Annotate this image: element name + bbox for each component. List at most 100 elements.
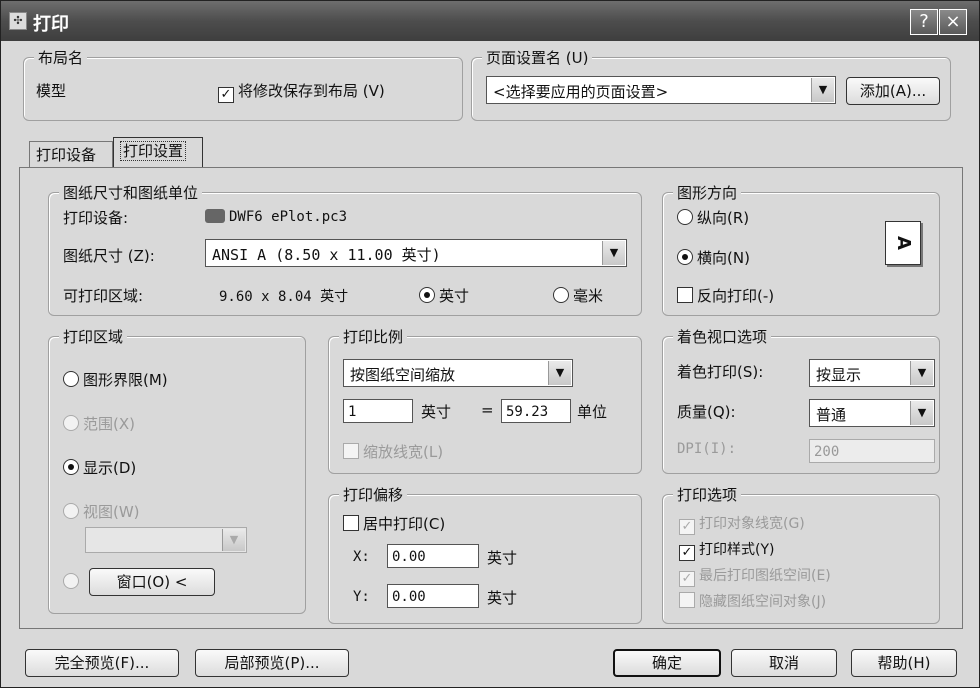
unit-mm-radio[interactable]: 毫米 bbox=[553, 285, 603, 306]
paper-size-value: ANSI A (8.50 x 11.00 英寸) bbox=[212, 246, 441, 264]
checkbox-icon[interactable] bbox=[343, 515, 359, 531]
view-radio[interactable]: 视图(W) bbox=[63, 501, 140, 522]
landscape-radio[interactable]: 横向(N) bbox=[677, 247, 750, 268]
layout-name-group: 布局名 模型 ✓ 将修改保存到布局 (V) bbox=[23, 47, 463, 121]
quality-label: 质量(Q): bbox=[677, 403, 736, 421]
plot-options-group: 打印选项 ✓ 打印对象线宽(G) ✓ 打印样式(Y) ✓ 最后打印图纸空间(E) 隐藏… bbox=[662, 484, 940, 624]
offset-x-unit: 英寸 bbox=[487, 549, 518, 567]
checkbox-checked-icon[interactable]: ✓ bbox=[679, 571, 695, 587]
plot-styles-checkbox[interactable]: ✓ 打印样式(Y) bbox=[679, 539, 774, 561]
offset-y-unit: 英寸 bbox=[487, 589, 518, 607]
plot-paperspace-last-label: 最后打印图纸空间(E) bbox=[699, 568, 831, 584]
orientation-group: 图形方向 纵向(R) 横向(N) 反向打印(-) A bbox=[662, 182, 940, 316]
print-dialog: ✣ 打印 ? × 布局名 模型 ✓ 将修改保存到布局 (V) 页面设置名 (U) … bbox=[0, 0, 980, 688]
tab-plot-device[interactable]: 打印设备 bbox=[29, 141, 113, 168]
scale-value2-input[interactable]: 59.23 bbox=[501, 399, 571, 423]
extents-label: 范围(X) bbox=[83, 415, 135, 433]
window-button[interactable]: 窗口(O) < bbox=[89, 568, 215, 596]
checkbox-icon[interactable] bbox=[677, 287, 693, 303]
radio-icon[interactable] bbox=[63, 503, 79, 519]
chevron-down-icon[interactable]: ▼ bbox=[222, 529, 245, 551]
unit-mm-label: 毫米 bbox=[573, 287, 604, 305]
chevron-down-icon[interactable]: ▼ bbox=[602, 241, 625, 265]
checkbox-icon[interactable] bbox=[679, 592, 695, 608]
dpi-input[interactable]: 200 bbox=[809, 439, 935, 463]
help-button[interactable]: ? bbox=[910, 9, 938, 35]
save-to-layout-label: 将修改保存到布局 (V) bbox=[238, 82, 385, 100]
orientation-letter: A bbox=[893, 236, 914, 250]
scale-unit2-label: 单位 bbox=[577, 403, 608, 421]
checkbox-checked-icon[interactable]: ✓ bbox=[679, 519, 695, 535]
chevron-down-icon[interactable]: ▼ bbox=[910, 401, 933, 425]
paper-size-select[interactable]: ANSI A (8.50 x 11.00 英寸) ▼ bbox=[205, 239, 627, 267]
tab-panel: 图纸尺寸和图纸单位 打印设备: DWF6 ePlot.pc3 图纸尺寸 (Z):… bbox=[19, 167, 963, 629]
shade-plot-label: 着色打印(S): bbox=[677, 363, 764, 381]
quality-select[interactable]: 普通 ▼ bbox=[809, 399, 935, 427]
cancel-button[interactable]: 取消 bbox=[731, 649, 837, 677]
radio-icon[interactable] bbox=[63, 573, 79, 589]
scale-equals: = bbox=[481, 401, 494, 419]
radio-icon[interactable] bbox=[63, 371, 79, 387]
add-page-setup-button[interactable]: 添加(A)... bbox=[846, 77, 940, 105]
radio-icon[interactable] bbox=[63, 415, 79, 431]
plot-object-lineweights-checkbox[interactable]: ✓ 打印对象线宽(G) bbox=[679, 513, 805, 535]
checkbox-checked-icon[interactable]: ✓ bbox=[679, 545, 695, 561]
display-radio[interactable]: 显示(D) bbox=[63, 457, 136, 478]
landscape-label: 横向(N) bbox=[697, 249, 750, 267]
radio-icon[interactable] bbox=[553, 287, 569, 303]
partial-preview-button[interactable]: 局部预览(P)... bbox=[195, 649, 349, 677]
radio-selected-icon[interactable] bbox=[419, 287, 435, 303]
offset-y-input[interactable]: 0.00 bbox=[387, 584, 479, 608]
center-plot-checkbox[interactable]: 居中打印(C) bbox=[343, 513, 445, 534]
chevron-down-icon[interactable]: ▼ bbox=[811, 78, 834, 102]
chevron-down-icon[interactable]: ▼ bbox=[548, 361, 571, 385]
full-preview-button[interactable]: 完全预览(F)... bbox=[25, 649, 179, 677]
page-orientation-icon: A bbox=[885, 221, 921, 265]
tab-plot-settings[interactable]: 打印设置 bbox=[113, 137, 203, 168]
plot-device-label: 打印设备: bbox=[63, 209, 129, 227]
tab-plot-settings-label: 打印设置 bbox=[120, 141, 187, 161]
hide-paperspace-objects-checkbox[interactable]: 隐藏图纸空间对象(J) bbox=[679, 591, 826, 611]
scale-lineweights-label: 缩放线宽(L) bbox=[363, 443, 444, 461]
plot-options-group-label: 打印选项 bbox=[673, 484, 742, 505]
plot-device-info: DWF6 ePlot.pc3 bbox=[205, 207, 347, 225]
scale-mode-value: 按图纸空间缩放 bbox=[350, 366, 456, 384]
offset-x-input[interactable]: 0.00 bbox=[387, 544, 479, 568]
unit-inch-radio[interactable]: 英寸 bbox=[419, 285, 469, 306]
page-setup-label: 页面设置名 (U) bbox=[482, 47, 593, 68]
reverse-plot-label: 反向打印(-) bbox=[697, 287, 775, 305]
page-setup-select[interactable]: <选择要应用的页面设置> ▼ bbox=[486, 76, 836, 104]
paper-size-group: 图纸尺寸和图纸单位 打印设备: DWF6 ePlot.pc3 图纸尺寸 (Z):… bbox=[48, 182, 642, 316]
window-radio[interactable] bbox=[63, 573, 83, 591]
scale-lineweights-checkbox[interactable]: 缩放线宽(L) bbox=[343, 441, 443, 462]
title-bar: ✣ 打印 ? × bbox=[1, 1, 979, 41]
plot-offset-group-label: 打印偏移 bbox=[339, 484, 408, 505]
display-label: 显示(D) bbox=[83, 459, 137, 477]
ok-button[interactable]: 确定 bbox=[613, 649, 721, 677]
plot-paperspace-last-checkbox[interactable]: ✓ 最后打印图纸空间(E) bbox=[679, 565, 831, 587]
reverse-plot-checkbox[interactable]: 反向打印(-) bbox=[677, 285, 774, 306]
checkbox-icon[interactable] bbox=[343, 443, 359, 459]
paper-size-group-label: 图纸尺寸和图纸单位 bbox=[59, 182, 203, 203]
radio-selected-icon[interactable] bbox=[677, 249, 693, 265]
printable-area-label: 可打印区域: bbox=[63, 287, 144, 305]
radio-icon[interactable] bbox=[677, 209, 693, 225]
chevron-down-icon[interactable]: ▼ bbox=[910, 361, 933, 385]
shade-plot-select[interactable]: 按显示 ▼ bbox=[809, 359, 935, 387]
checkbox-checked-icon[interactable]: ✓ bbox=[218, 87, 234, 103]
save-to-layout-checkbox[interactable]: ✓ 将修改保存到布局 (V) bbox=[218, 80, 385, 103]
help-footer-button[interactable]: 帮助(H) bbox=[851, 649, 957, 677]
radio-selected-icon[interactable] bbox=[63, 459, 79, 475]
scale-mode-select[interactable]: 按图纸空间缩放 ▼ bbox=[343, 359, 573, 387]
plot-object-lineweights-label: 打印对象线宽(G) bbox=[699, 516, 805, 532]
close-button[interactable]: × bbox=[939, 9, 967, 35]
scale-value1-input[interactable]: 1 bbox=[343, 399, 413, 423]
portrait-label: 纵向(R) bbox=[697, 209, 750, 227]
page-setup-group: 页面设置名 (U) <选择要应用的页面设置> ▼ 添加(A)... bbox=[471, 47, 951, 121]
extents-radio[interactable]: 范围(X) bbox=[63, 413, 135, 434]
view-select[interactable]: ▼ bbox=[85, 527, 247, 553]
portrait-radio[interactable]: 纵向(R) bbox=[677, 207, 749, 228]
center-plot-label: 居中打印(C) bbox=[363, 515, 446, 533]
limits-radio[interactable]: 图形界限(M) bbox=[63, 369, 168, 390]
plotter-icon bbox=[205, 209, 225, 223]
